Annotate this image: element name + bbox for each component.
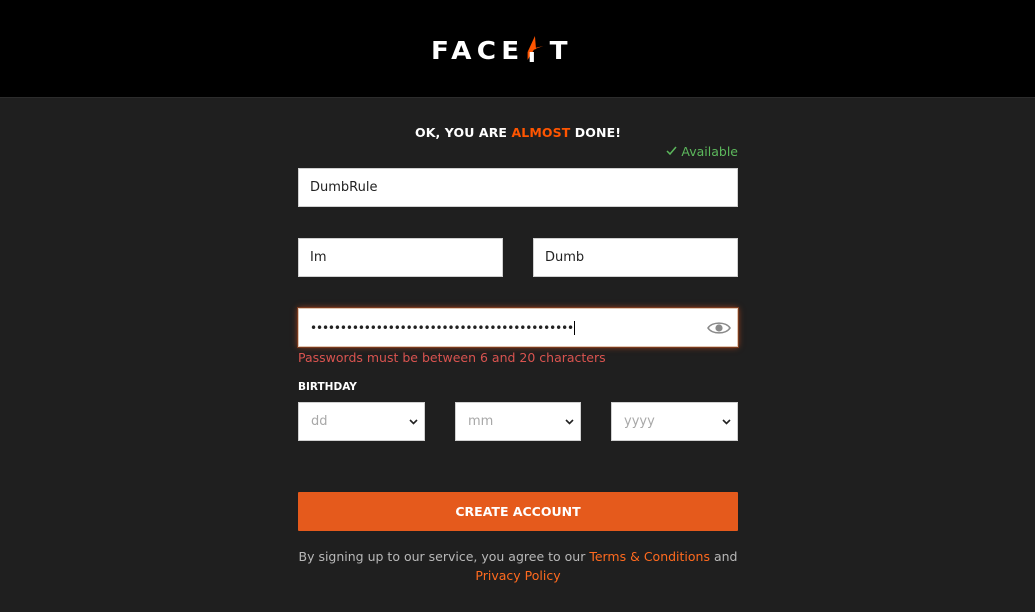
username-value: DumbRule — [310, 180, 378, 195]
faceit-logo[interactable]: FACE T — [431, 35, 616, 65]
headline-prefix: OK, YOU ARE — [414, 125, 512, 140]
username-input[interactable]: DumbRule — [298, 168, 738, 207]
birthday-day-placeholder: dd — [311, 414, 328, 429]
birthday-day-select[interactable]: dd — [298, 402, 425, 441]
headline-accent: ALMOST — [511, 125, 571, 140]
password-input[interactable]: ••••••••••••••••••••••••••••••••••••••••… — [298, 308, 738, 347]
faceit-flag-icon — [524, 36, 545, 62]
password-error-message: Passwords must be between 6 and 20 chara… — [298, 350, 606, 365]
birthday-label: BIRTHDAY — [298, 381, 357, 393]
birthday-month-placeholder: mm — [468, 414, 494, 429]
chevron-down-icon — [408, 417, 418, 427]
create-account-button[interactable]: CREATE ACCOUNT — [298, 492, 738, 531]
logo-text-right: T — [549, 35, 573, 65]
headline-suffix: DONE! — [570, 125, 622, 140]
chevron-down-icon — [564, 417, 574, 427]
last-name-value: Dumb — [545, 250, 585, 265]
terms-notice: By signing up to our service, you agree … — [288, 547, 748, 585]
terms-link[interactable]: Terms & Conditions — [589, 549, 710, 564]
password-masked-value: ••••••••••••••••••••••••••••••••••••••••… — [310, 320, 576, 335]
privacy-policy-link[interactable]: Privacy Policy — [475, 568, 560, 583]
first-name-input[interactable]: Im — [298, 238, 503, 277]
availability-text: Available — [681, 144, 738, 159]
eye-icon[interactable] — [706, 318, 732, 338]
logo-text-left: FACE — [431, 35, 525, 65]
first-name-value: Im — [310, 250, 327, 265]
check-icon — [666, 144, 677, 159]
birthday-year-placeholder: yyyy — [624, 414, 655, 429]
terms-prefix: By signing up to our service, you agree … — [298, 549, 590, 564]
birthday-year-select[interactable]: yyyy — [611, 402, 738, 441]
page-headline: OK, YOU ARE ALMOST DONE! — [298, 125, 738, 140]
top-bar: FACE T — [0, 0, 1035, 98]
birthday-month-select[interactable]: mm — [455, 402, 581, 441]
username-availability: Available — [666, 144, 738, 159]
last-name-input[interactable]: Dumb — [533, 238, 738, 277]
terms-and: and — [709, 549, 738, 564]
chevron-down-icon — [721, 417, 731, 427]
